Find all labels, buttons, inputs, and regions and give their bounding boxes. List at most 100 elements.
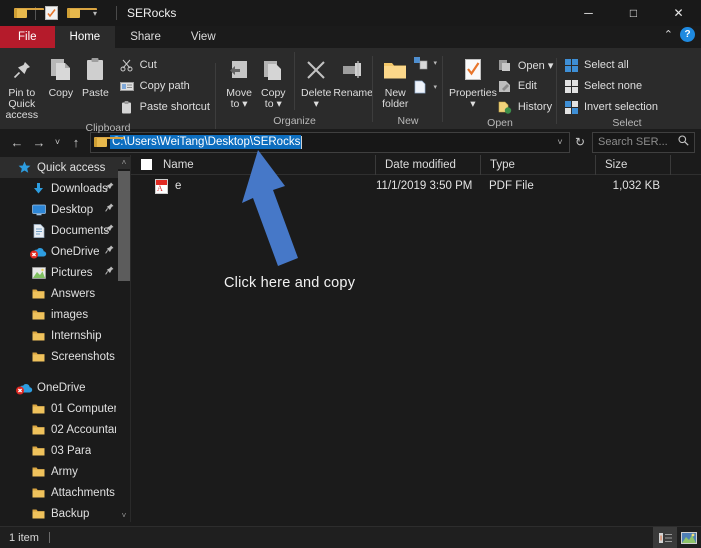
folder-icon <box>30 506 47 522</box>
properties-line2: ▾ <box>470 98 476 110</box>
select-all-checkbox[interactable] <box>141 159 152 170</box>
qat-folder-icon[interactable] <box>9 2 44 24</box>
status-separator <box>48 532 50 543</box>
sidebar-item-quick-access[interactable]: Quick access <box>0 157 130 178</box>
select-none-label: Select none <box>584 80 643 92</box>
sidebar-item-pictures[interactable]: Pictures <box>0 262 130 283</box>
rename-button[interactable]: Rename <box>333 52 373 99</box>
navpane-scrollbar-thumb[interactable] <box>118 171 130 281</box>
large-icons-view-button[interactable] <box>677 527 701 548</box>
tab-view[interactable]: View <box>176 26 231 48</box>
pin-icon[interactable] <box>105 224 114 237</box>
copy-path-label: Copy path <box>139 80 190 92</box>
tab-file[interactable]: File <box>0 26 55 48</box>
collapse-ribbon-icon[interactable]: ⌃ <box>664 28 673 41</box>
column-header-size[interactable]: Size <box>596 154 671 175</box>
sidebar-item-documents[interactable]: Documents <box>0 220 130 241</box>
address-dropdown-icon[interactable]: ˅ <box>553 137 567 147</box>
onedrive-error-icon <box>16 380 33 396</box>
sidebar-item-desktop[interactable]: Desktop <box>0 199 130 220</box>
select-all-icon <box>563 57 579 73</box>
open-button[interactable]: Open ▾ <box>497 56 560 74</box>
sidebar-item-label: Documents <box>51 224 110 237</box>
pin-label-line2: access <box>5 109 39 121</box>
select-all-label: Select all <box>584 59 629 71</box>
help-icon[interactable]: ? <box>680 27 695 42</box>
invert-selection-button[interactable]: Invert selection <box>563 98 664 116</box>
close-button[interactable]: ✕ <box>656 0 701 26</box>
sidebar-item-onedrive[interactable]: OneDrive <box>0 241 130 262</box>
sidebar-item-onedrive[interactable]: OneDrive <box>0 377 130 398</box>
cut-button[interactable]: Cut <box>119 56 216 74</box>
table-row[interactable]: e 11/1/2019 3:50 PM PDF File 1,032 KB <box>131 175 701 197</box>
sidebar-item-army[interactable]: Army <box>0 461 130 482</box>
sidebar-item-answers[interactable]: Answers <box>0 283 130 304</box>
delete-button[interactable]: Delete ▾ <box>299 52 333 110</box>
sidebar-item-02-accountancy[interactable]: 02 Accountancy <box>0 419 130 440</box>
column-header-type[interactable]: Type <box>481 154 596 175</box>
properties-label: Properties ▾ <box>449 88 497 110</box>
easy-access-chevron-icon[interactable]: ▾ <box>433 83 437 91</box>
new-group-label: New <box>373 56 443 129</box>
history-button[interactable]: History <box>497 98 560 116</box>
folder-icon <box>30 422 47 438</box>
copy-path-button[interactable]: Copy path <box>119 77 216 95</box>
pin-icon[interactable] <box>105 245 114 258</box>
sidebar-item-attachments[interactable]: Attachments <box>0 482 130 503</box>
search-box[interactable]: Search SER... <box>592 131 695 153</box>
qat-customize-chevron-icon[interactable]: ▾ <box>84 2 106 24</box>
qat-properties-icon[interactable] <box>40 2 62 24</box>
tab-share[interactable]: Share <box>115 26 176 48</box>
select-none-button[interactable]: Select none <box>563 77 664 95</box>
select-all-button[interactable]: Select all <box>563 56 664 74</box>
qat-new-folder-icon[interactable] <box>62 2 97 24</box>
column-header-name[interactable]: Name <box>131 154 376 175</box>
new-item-button[interactable]: ▾ <box>412 54 443 72</box>
properties-button[interactable]: Properties ▾ <box>449 52 497 110</box>
navpane-scroll-up-button[interactable]: ˄ <box>118 155 130 169</box>
new-small-commands: ▾ ▾ <box>412 52 443 96</box>
edit-button[interactable]: Edit <box>497 77 560 95</box>
pin-to-quick-access-button[interactable]: Pin to Quick access <box>0 52 44 121</box>
sidebar-item-label: Downloads <box>51 182 108 195</box>
copy-to-button[interactable]: Copy to ▾ <box>256 52 290 110</box>
pin-icon[interactable] <box>105 182 114 195</box>
address-input[interactable]: C:\Users\WeiTang\Desktop\SERocks <box>110 135 302 149</box>
organize-inner-separator <box>294 52 296 110</box>
new-item-chevron-icon[interactable]: ▾ <box>433 59 437 67</box>
pictures-icon <box>30 265 47 281</box>
column-header-date[interactable]: Date modified <box>376 154 481 175</box>
paste-shortcut-button[interactable]: Paste shortcut <box>119 98 216 116</box>
details-view-button[interactable] <box>653 526 677 548</box>
sidebar-item-screenshots[interactable]: Screenshots <box>0 346 130 367</box>
navpane-scroll-down-button[interactable]: ˅ <box>118 508 130 522</box>
sidebar-item-backup[interactable]: Backup <box>0 503 130 524</box>
new-folder-button[interactable]: New folder <box>379 52 411 110</box>
navpane-scrollbar-track[interactable] <box>118 169 130 508</box>
pin-icon[interactable] <box>105 203 114 216</box>
scissors-icon <box>119 57 135 73</box>
copy-button[interactable]: Copy <box>44 52 79 99</box>
file-name-cell[interactable]: e <box>131 175 376 197</box>
new-folder-label: New folder <box>382 88 408 110</box>
sidebar-item-internship[interactable]: Internship <box>0 325 130 346</box>
sidebar-item-images[interactable]: images <box>0 304 130 325</box>
pin-icon[interactable] <box>105 266 114 279</box>
maximize-button[interactable]: □ <box>611 0 656 26</box>
refresh-button[interactable]: ↻ <box>570 131 590 153</box>
sidebar-item-03-para[interactable]: 03 Para <box>0 440 130 461</box>
window-controls: ─ □ ✕ <box>566 0 701 26</box>
sidebar-item-01-computer-sci[interactable]: 01 Computer Sci <box>0 398 130 419</box>
paste-button[interactable]: Paste <box>78 52 113 99</box>
sidebar-item-downloads[interactable]: Downloads <box>0 178 130 199</box>
search-input[interactable]: Search SER... <box>598 136 678 148</box>
navigation-pane-list: Quick access Downloads Desktop Documents One… <box>0 155 130 524</box>
minimize-button[interactable]: ─ <box>566 0 611 26</box>
select-group-label: Select <box>612 117 642 129</box>
open-label: Open ▾ <box>517 59 554 72</box>
ribbon-help-area: ⌃ ? <box>664 27 695 42</box>
open-icon <box>497 57 513 73</box>
tab-home[interactable]: Home <box>54 26 116 48</box>
easy-access-button[interactable]: ▾ <box>412 78 443 96</box>
move-to-button[interactable]: Move to ▾ <box>222 52 256 110</box>
